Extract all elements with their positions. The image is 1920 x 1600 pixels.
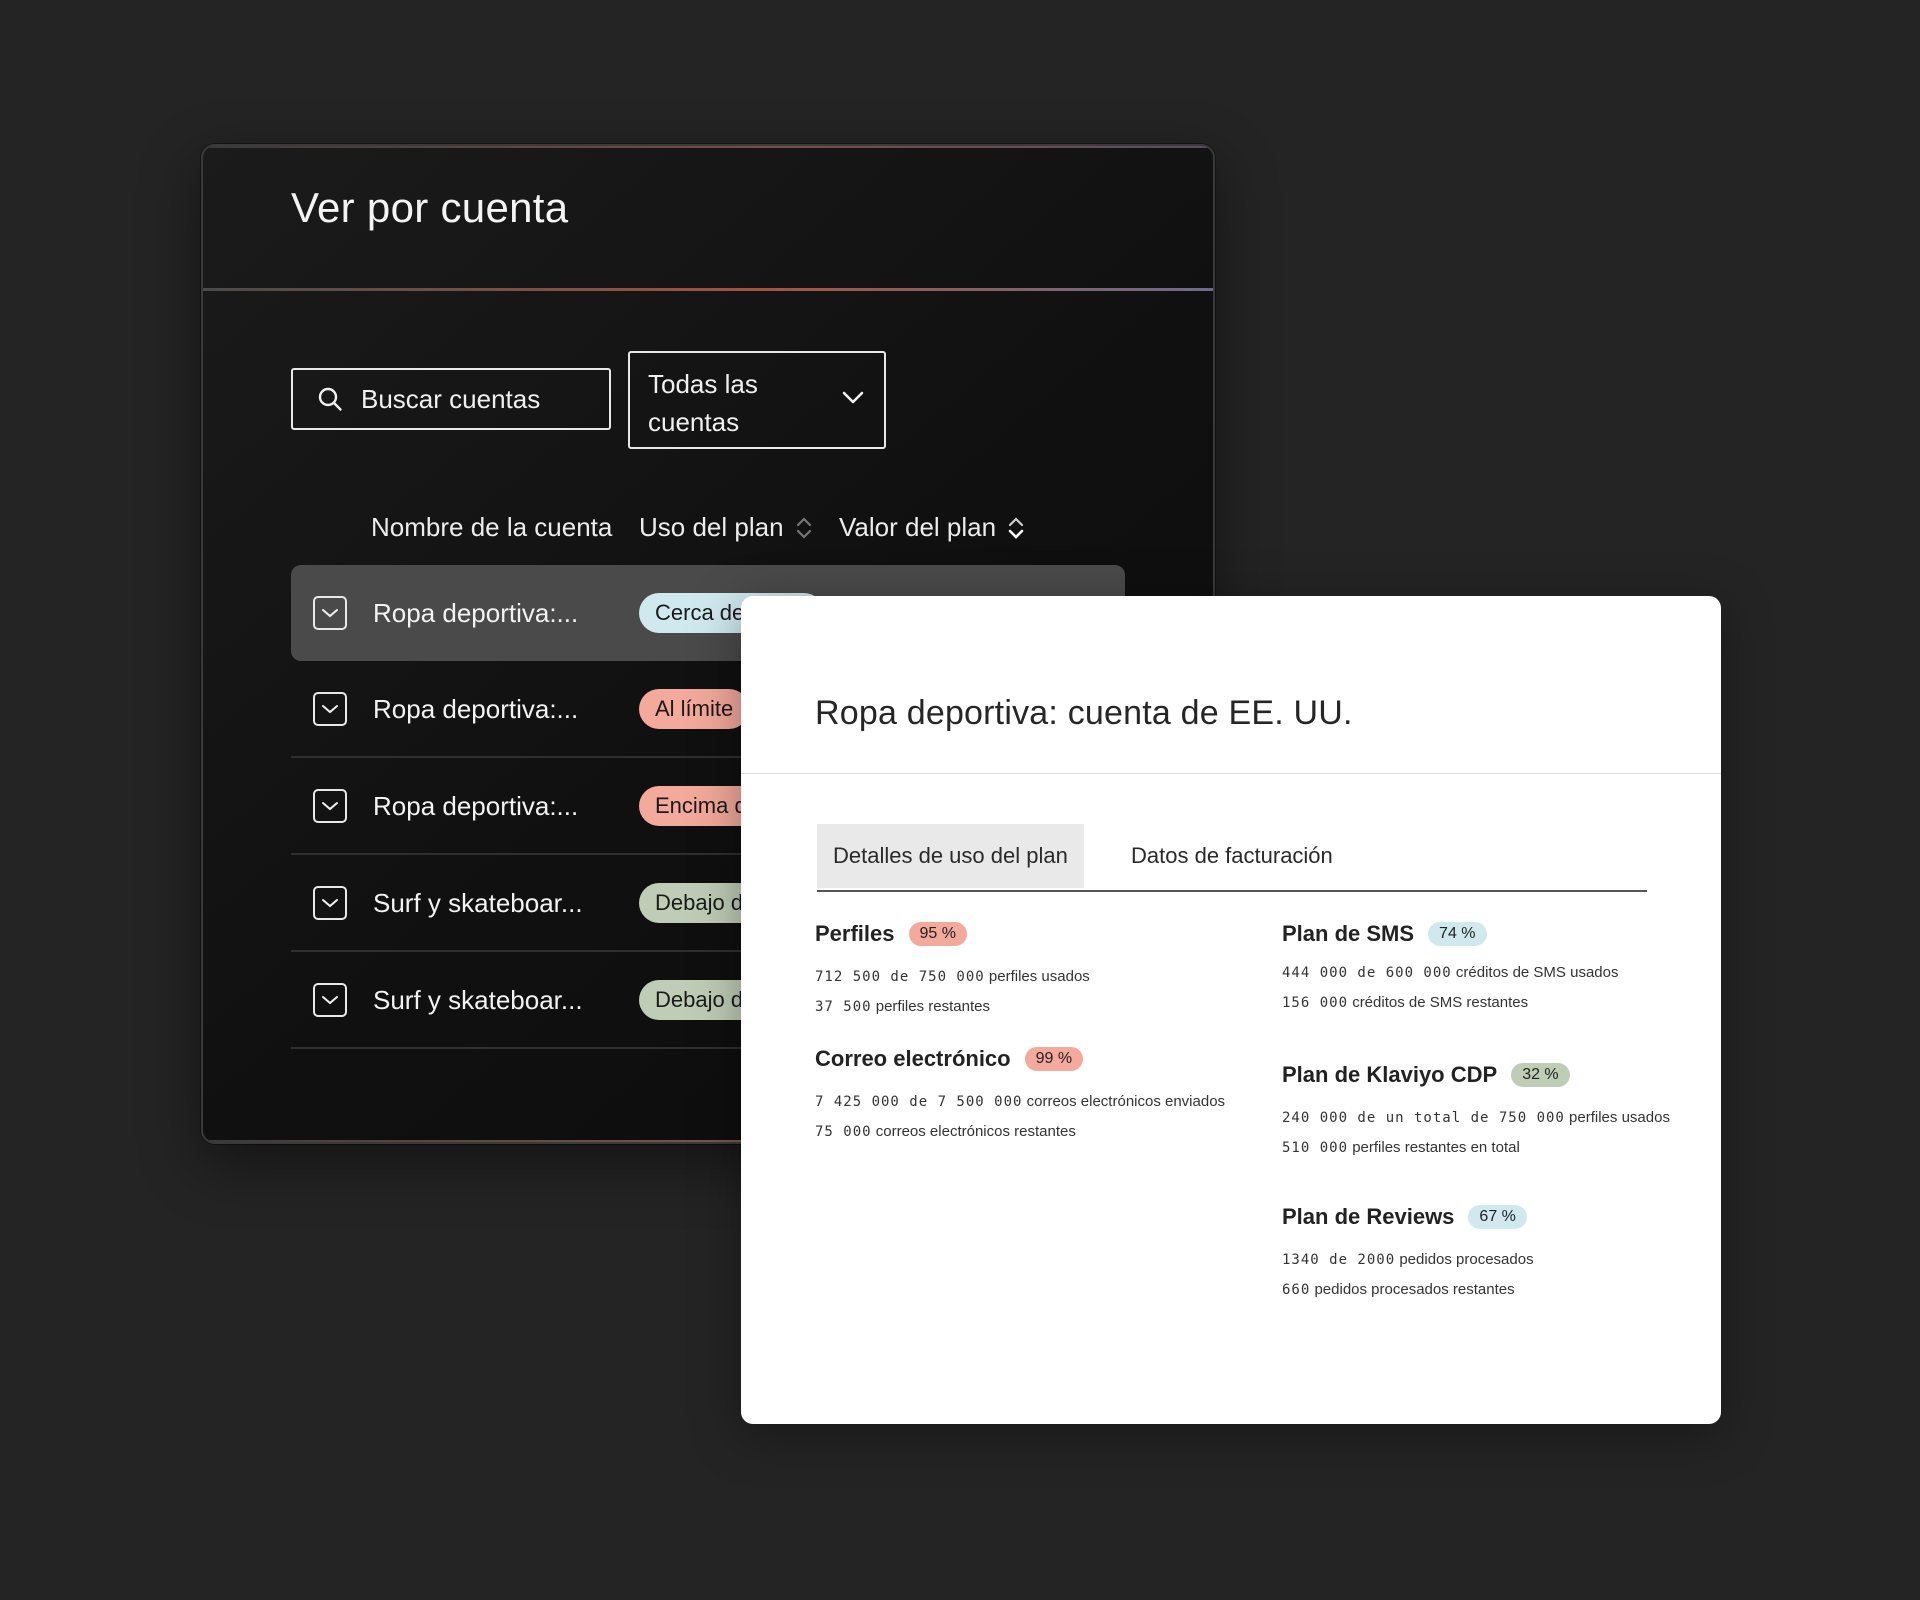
chevron-down-icon: [322, 996, 338, 1005]
chevron-down-icon: [322, 609, 338, 618]
metric-title: Plan de SMS: [1282, 921, 1415, 946]
metric-correo: Correo electrónico 99 % 7 425 000 de 7 5…: [815, 1046, 1225, 1140]
metric-label: perfiles usados: [988, 968, 1090, 985]
account-name: Ropa deportiva:...: [373, 693, 579, 724]
column-header-value[interactable]: Valor del plan: [839, 512, 1024, 543]
chevron-down-icon: [322, 802, 338, 811]
metric-value: 156 000: [1282, 995, 1349, 1011]
column-header-name[interactable]: Nombre de la cuenta: [371, 512, 612, 543]
metric-title: Plan de Reviews: [1282, 1204, 1455, 1229]
detail-tabs: Detalles de uso del plan Datos de factur…: [817, 824, 1647, 892]
filter-selected-value: Todas las cuentas: [648, 369, 758, 437]
metric-label: perfiles restantes en total: [1352, 1139, 1520, 1156]
metric-title: Correo electrónico: [815, 1046, 1011, 1071]
metric-label: pedidos procesados: [1399, 1251, 1534, 1268]
account-detail-card: Ropa deportiva: cuenta de EE. UU. Detall…: [741, 596, 1721, 1424]
detail-divider: [741, 773, 1721, 774]
account-name: Ropa deportiva:...: [373, 597, 579, 628]
tab-plan-usage[interactable]: Detalles de uso del plan: [817, 824, 1084, 888]
metric-value: 660: [1282, 1282, 1311, 1298]
expand-row-button[interactable]: [313, 886, 347, 920]
metric-value: 75 000: [815, 1124, 872, 1140]
metric-title: Plan de Klaviyo CDP: [1282, 1062, 1498, 1087]
metric-value: 240 000 de un total de 750 000: [1282, 1110, 1565, 1126]
metric-perfiles: Perfiles 95 % 712 500 de 750 000 perfile…: [815, 921, 1090, 1015]
percent-badge: 67 %: [1468, 1205, 1527, 1229]
percent-badge: 99 %: [1024, 1047, 1084, 1071]
column-header-name-label: Nombre de la cuenta: [371, 512, 613, 542]
metric-label: perfiles restantes: [875, 998, 990, 1015]
percent-badge: 32 %: [1511, 1063, 1570, 1087]
sort-icon: [796, 516, 811, 539]
tab-billing[interactable]: Datos de facturación: [1115, 824, 1349, 888]
metric-value: 1340 de 2000: [1282, 1252, 1396, 1268]
expand-row-button[interactable]: [313, 596, 347, 630]
panel-divider: [203, 288, 1213, 291]
metric-label: pedidos procesados restantes: [1314, 1281, 1515, 1298]
column-header-usage[interactable]: Uso del plan: [639, 512, 812, 543]
metric-value: 510 000: [1282, 1140, 1349, 1156]
metric-label: correos electrónicos restantes: [875, 1123, 1076, 1140]
metric-reviews: Plan de Reviews 67 % 1340 de 2000 pedido…: [1282, 1204, 1534, 1298]
account-filter-select[interactable]: Todas las cuentas: [628, 351, 886, 449]
chevron-down-icon: [842, 391, 864, 404]
metric-value: 7 425 000 de 7 500 000: [815, 1094, 1023, 1110]
expand-row-button[interactable]: [313, 789, 347, 823]
expand-row-button[interactable]: [313, 983, 347, 1017]
status-badge: Al límite: [639, 689, 750, 729]
percent-badge: 74 %: [1428, 922, 1487, 946]
metric-value: 37 500: [815, 999, 872, 1015]
panel-title: Ver por cuenta: [291, 184, 569, 231]
metric-value: 712 500 de 750 000: [815, 969, 985, 985]
metric-label: correos electrónicos enviados: [1026, 1093, 1226, 1110]
metric-label: perfiles usados: [1569, 1109, 1670, 1126]
account-name: Surf y skateboar...: [373, 887, 583, 918]
column-header-value-label: Valor del plan: [839, 512, 997, 542]
chevron-down-icon: [322, 899, 338, 908]
account-name: Surf y skateboar...: [373, 984, 583, 1015]
search-placeholder: Buscar cuentas: [361, 383, 541, 414]
metric-label: créditos de SMS restantes: [1352, 994, 1529, 1011]
metric-label: créditos de SMS usados: [1455, 964, 1619, 981]
metric-cdp: Plan de Klaviyo CDP 32 % 240 000 de un t…: [1282, 1062, 1670, 1156]
detail-title: Ropa deportiva: cuenta de EE. UU.: [815, 694, 1353, 732]
expand-row-button[interactable]: [313, 692, 347, 726]
column-header-usage-label: Uso del plan: [639, 512, 784, 542]
metric-value: 444 000 de 600 000: [1282, 965, 1452, 981]
percent-badge: 95 %: [908, 922, 967, 946]
account-name: Ropa deportiva:...: [373, 790, 579, 821]
search-input[interactable]: Buscar cuentas: [291, 368, 611, 430]
metric-title: Perfiles: [815, 921, 895, 946]
search-icon: [318, 387, 342, 411]
sort-icon: [1008, 516, 1024, 539]
chevron-down-icon: [322, 705, 338, 714]
metric-sms: Plan de SMS 74 % 444 000 de 600 000 créd…: [1282, 921, 1618, 1011]
